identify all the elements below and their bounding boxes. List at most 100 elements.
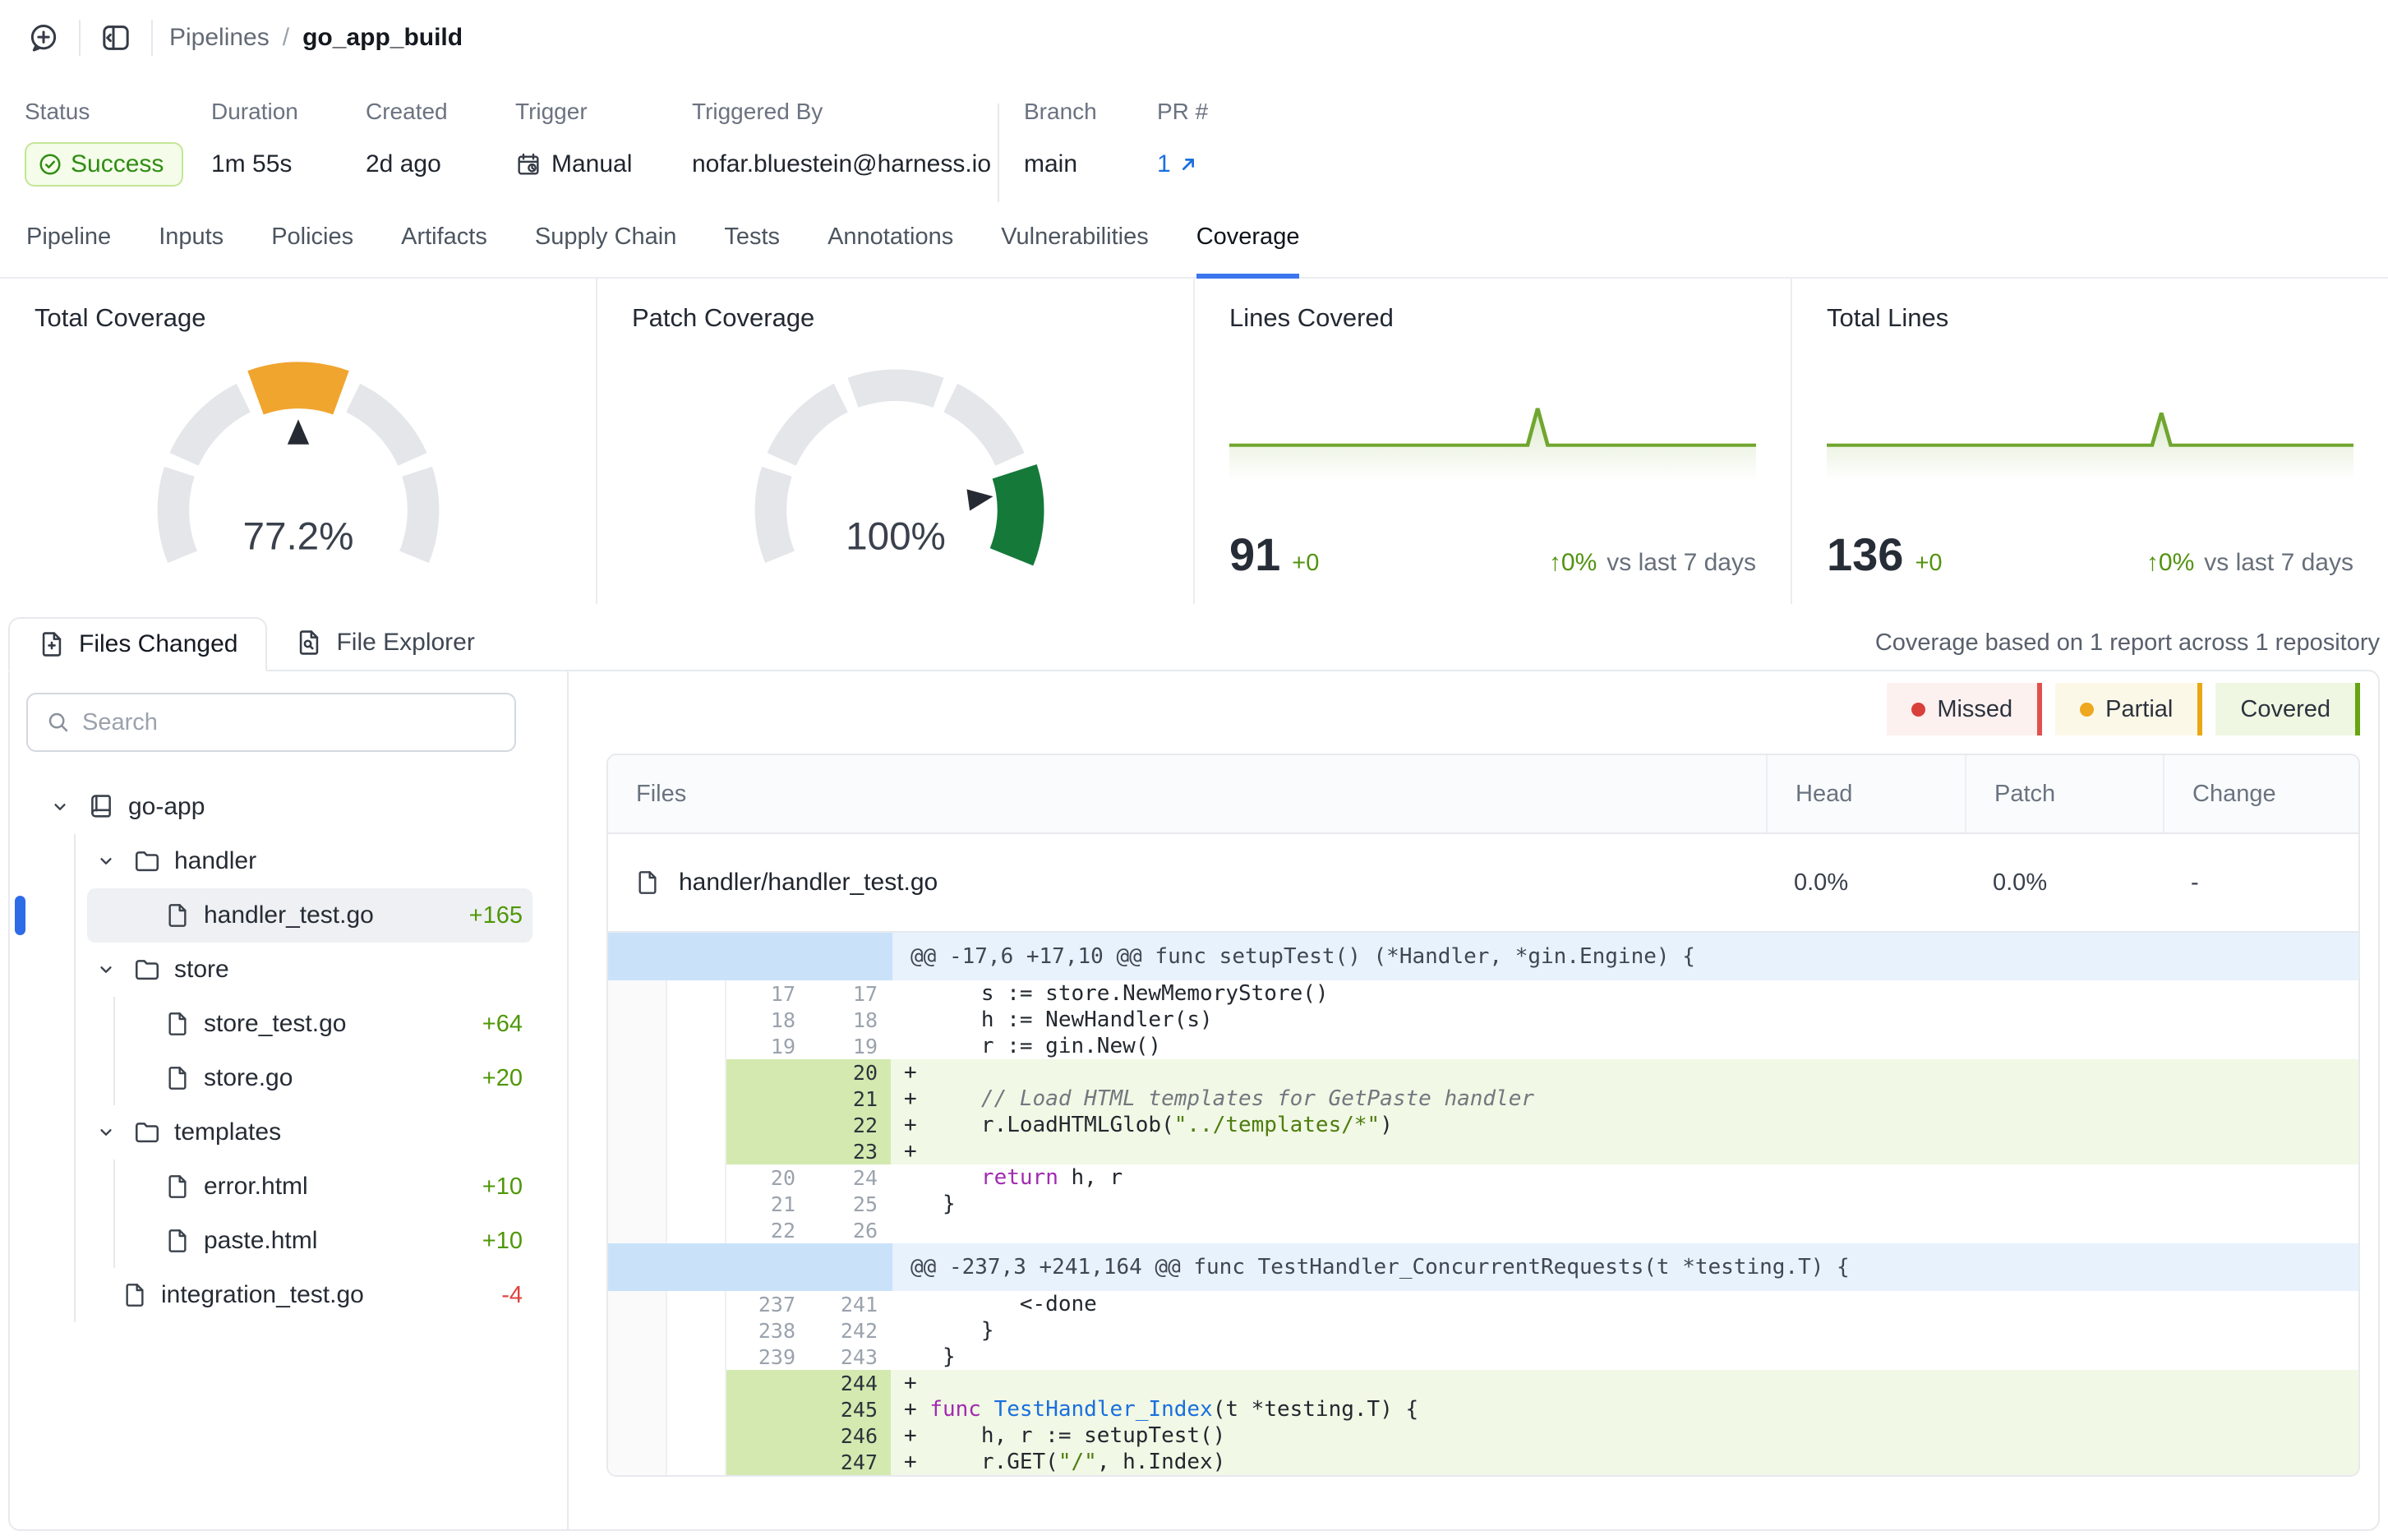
tab-policies[interactable]: Policies bbox=[271, 224, 353, 277]
hunk-gutter bbox=[608, 933, 892, 980]
tree-item-templates[interactable]: templates bbox=[26, 1105, 532, 1160]
tree-item-integration-test-go[interactable]: integration_test.go-4 bbox=[26, 1268, 532, 1322]
hunk-header-text: @@ -17,6 +17,10 @@ func setupTest() (*Ha… bbox=[892, 933, 2358, 980]
code-cell: } bbox=[891, 1317, 2358, 1344]
collapse-sidebar-icon[interactable] bbox=[97, 19, 135, 57]
total-lines-trend-note: vs last 7 days bbox=[2204, 549, 2353, 577]
tree-item-store-go[interactable]: store.go+20 bbox=[26, 1051, 532, 1105]
coverage-gutter bbox=[608, 1317, 667, 1344]
tree-item-label: handler_test.go bbox=[204, 901, 374, 929]
coverage-gutter bbox=[608, 1217, 667, 1243]
patch-coverage-value: 100% bbox=[846, 514, 946, 558]
tab-tests[interactable]: Tests bbox=[724, 224, 780, 277]
gauge-segment bbox=[950, 398, 1009, 459]
tree-item-handler-test-go[interactable]: handler_test.go+165 bbox=[87, 888, 532, 943]
line-num-new: 245 bbox=[804, 1398, 878, 1422]
search-input[interactable] bbox=[82, 709, 514, 736]
triggered-by-value: nofar.bluestein@harness.io bbox=[692, 145, 998, 184]
file-icon bbox=[164, 1011, 191, 1037]
total-lines-card: Total Lines 136 +0 ↑0% vs last 7 days bbox=[1792, 279, 2388, 604]
gauge-segment-active bbox=[255, 385, 340, 393]
tab-files-changed[interactable]: Files Changed bbox=[8, 617, 267, 671]
coverage-gutter bbox=[667, 1086, 726, 1112]
tab-artifacts[interactable]: Artifacts bbox=[401, 224, 487, 277]
coverage-gutter bbox=[667, 1344, 726, 1370]
tree-item-label: store_test.go bbox=[204, 1010, 346, 1038]
tab-coverage[interactable]: Coverage bbox=[1196, 224, 1300, 279]
chevron-down-icon[interactable] bbox=[95, 959, 117, 980]
tree-item-error-html[interactable]: error.html+10 bbox=[26, 1160, 532, 1214]
tab-annotations[interactable]: Annotations bbox=[828, 224, 953, 277]
line-numbers: 245 bbox=[726, 1396, 891, 1422]
total-lines-value: 136 bbox=[1827, 528, 1903, 581]
line-num-new: 243 bbox=[804, 1345, 878, 1369]
pr-label: PR # bbox=[1157, 99, 1208, 125]
feedback-bubble-icon[interactable] bbox=[25, 19, 62, 57]
line-num-new: 21 bbox=[804, 1087, 878, 1111]
gauge-segment bbox=[173, 472, 182, 557]
tree-item-store[interactable]: store bbox=[26, 943, 532, 997]
head-coverage-value: 0.0% bbox=[1766, 869, 1965, 897]
gauge-pointer-icon bbox=[287, 419, 308, 444]
code-cell: + h, r := setupTest() bbox=[891, 1422, 2358, 1449]
files-changed-panel: go-apphandlerhandler_test.go+165storesto… bbox=[8, 670, 2380, 1531]
line-numbers: 1717 bbox=[726, 980, 891, 1007]
line-num-new: 23 bbox=[804, 1140, 878, 1164]
line-numbers: 2024 bbox=[726, 1164, 891, 1191]
tab-pipeline[interactable]: Pipeline bbox=[26, 224, 111, 277]
tree-item-go-app[interactable]: go-app bbox=[26, 780, 532, 834]
tab-file-explorer-label: File Explorer bbox=[336, 629, 474, 657]
pr-link[interactable]: 1 bbox=[1157, 150, 1201, 178]
line-numbers: 1818 bbox=[726, 1007, 891, 1033]
breadcrumb: Pipelines / go_app_build bbox=[169, 24, 463, 52]
trigger-value: Manual bbox=[551, 150, 632, 178]
trigger-label: Trigger bbox=[515, 99, 692, 125]
chevron-down-icon[interactable] bbox=[95, 851, 117, 872]
status-badge: Success bbox=[25, 142, 183, 187]
diff-line-added: 246+ h, r := setupTest() bbox=[608, 1422, 2358, 1449]
total-coverage-gauge: 77.2% bbox=[122, 339, 475, 583]
coverage-gutter bbox=[608, 1086, 667, 1112]
chevron-down-icon[interactable] bbox=[49, 796, 71, 818]
diff-line-context: 239243 } bbox=[608, 1344, 2358, 1370]
code-cell: } bbox=[891, 1344, 2358, 1370]
file-icon bbox=[164, 1173, 191, 1200]
tree-item-handler[interactable]: handler bbox=[26, 834, 532, 888]
total-lines-sparkline bbox=[1827, 384, 2353, 481]
gauge-segment bbox=[770, 472, 779, 557]
field-trigger: Trigger Manual bbox=[515, 99, 692, 184]
total-coverage-card: Total Coverage 77.2% bbox=[0, 279, 597, 604]
tab-file-explorer[interactable]: File Explorer bbox=[267, 616, 502, 670]
chevron-down-icon[interactable] bbox=[95, 1122, 117, 1143]
code-cell: h := NewHandler(s) bbox=[891, 1007, 2358, 1033]
diff-line-context: 1818 h := NewHandler(s) bbox=[608, 1007, 2358, 1033]
coverage-gutter bbox=[667, 1449, 726, 1475]
tab-supply-chain[interactable]: Supply Chain bbox=[535, 224, 677, 277]
diff-line-added: 247+ r.GET("/", h.Index) bbox=[608, 1449, 2358, 1475]
hunk-gutter bbox=[608, 1243, 892, 1291]
files-panel-tabs: Files Changed File Explorer Coverage bas… bbox=[8, 616, 2380, 670]
divider bbox=[998, 104, 999, 202]
coverage-gutter bbox=[608, 1291, 667, 1317]
tree-item-paste-html[interactable]: paste.html+10 bbox=[26, 1214, 532, 1268]
code-cell bbox=[891, 1217, 2358, 1243]
tab-inputs[interactable]: Inputs bbox=[159, 224, 224, 277]
gauge-segment bbox=[353, 398, 412, 459]
code-cell: + r.LoadHTMLGlob("../templates/*") bbox=[891, 1112, 2358, 1138]
tree-item-label: handler bbox=[174, 847, 256, 875]
code-cell: + bbox=[891, 1138, 2358, 1164]
line-numbers: 247 bbox=[726, 1449, 891, 1475]
tree-item-store-test-go[interactable]: store_test.go+64 bbox=[26, 997, 532, 1051]
folder-icon bbox=[133, 956, 161, 984]
code-cell: <-done bbox=[891, 1291, 2358, 1317]
coverage-report-note: Coverage based on 1 report across 1 repo… bbox=[1875, 629, 2380, 670]
branch-value: main bbox=[1024, 145, 1157, 184]
file-icon bbox=[122, 1282, 148, 1308]
line-num-new: 242 bbox=[804, 1319, 878, 1343]
code-cell: r := gin.New() bbox=[891, 1033, 2358, 1059]
table-row-file[interactable]: handler/handler_test.go 0.0% 0.0% - bbox=[608, 834, 2358, 933]
breadcrumb-pipelines[interactable]: Pipelines bbox=[169, 24, 270, 52]
tab-vulnerabilities[interactable]: Vulnerabilities bbox=[1001, 224, 1148, 277]
coverage-gutter bbox=[667, 1059, 726, 1086]
line-num-old: 18 bbox=[726, 1008, 795, 1032]
